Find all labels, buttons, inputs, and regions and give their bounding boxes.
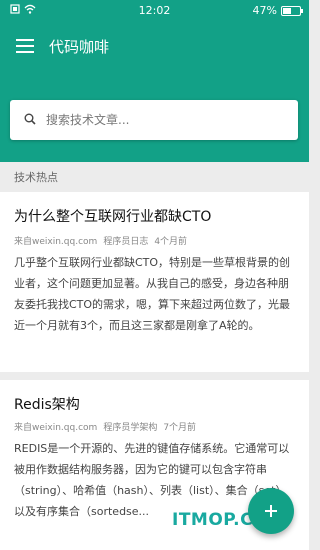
app-title: 代码咖啡 (49, 38, 110, 56)
article-time: 4个月前 (154, 237, 188, 247)
status-icons-right: 47% (252, 4, 303, 17)
battery-percent: 47% (252, 4, 277, 17)
article-author: 程序员日志 (103, 237, 149, 247)
section-header: 技术热点 (0, 162, 309, 192)
article-time: 7个月前 (163, 423, 197, 433)
battery-icon (281, 5, 303, 16)
menu-icon[interactable] (16, 39, 34, 53)
article-author: 程序员学架构 (103, 423, 158, 433)
article-meta: 来自weixin.qq.com 程序员学架构 7个月前 (14, 420, 196, 433)
status-bar: 12:02 47% (0, 0, 309, 22)
article-title[interactable]: Redis架构 (14, 394, 80, 414)
article-meta: 来自weixin.qq.com 程序员日志 4个月前 (14, 234, 187, 247)
article-card[interactable]: 为什么整个互联网行业都缺CTO 来自weixin.qq.com 程序员日志 4个… (0, 192, 309, 372)
search-icon (24, 113, 36, 125)
search-box[interactable] (10, 100, 298, 140)
article-title[interactable]: 为什么整个互联网行业都缺CTO (14, 206, 211, 226)
app-bar: 代码咖啡 (0, 22, 309, 162)
article-source: 来自weixin.qq.com (14, 423, 98, 433)
article-source: 来自weixin.qq.com (14, 237, 98, 247)
add-fab-button[interactable] (248, 488, 294, 534)
article-summary: 几乎整个互联网行业都缺CTO，特别是一些草根背景的创业者，这个问题更加显著。从我… (14, 256, 291, 332)
search-input[interactable] (46, 100, 286, 140)
